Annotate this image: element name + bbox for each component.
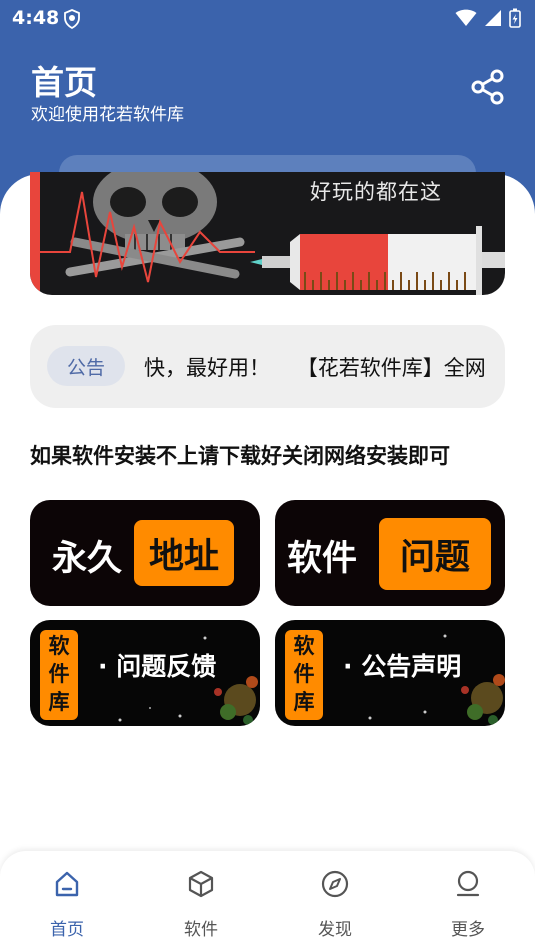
battery-charging-icon bbox=[509, 8, 521, 32]
tile-vertical-badge: 软 件 库 bbox=[285, 630, 323, 720]
banner-carousel[interactable]: 好玩的都在这 bbox=[30, 172, 505, 295]
nav-item-discover[interactable]: 发现 bbox=[268, 851, 402, 951]
skull-illustration bbox=[65, 172, 245, 279]
badge-char: 件 bbox=[48, 662, 70, 686]
nav-label: 更多 bbox=[451, 920, 485, 940]
badge-char: 库 bbox=[293, 690, 315, 714]
wifi-icon bbox=[455, 9, 477, 31]
tile-vertical-badge: 软 件 库 bbox=[40, 630, 78, 720]
badge-char: 库 bbox=[48, 690, 70, 714]
notice-text: 快，最好用！ 【花若软件库】全网 bbox=[144, 356, 486, 380]
tile-announcement[interactable]: 软 件 库 · 公告声明 bbox=[275, 620, 505, 726]
syringe-illustration bbox=[250, 226, 505, 295]
tile-permanent-address[interactable]: 永久 地址 bbox=[30, 500, 260, 606]
tile-orange-text: 地址 bbox=[134, 520, 234, 586]
bottom-navigation: 首页 软件 发现 更多 bbox=[0, 851, 535, 951]
notice-marquee: 快，最好用！ 【花若软件库】全网 bbox=[144, 325, 488, 408]
share-icon bbox=[468, 69, 508, 112]
cube-icon bbox=[186, 869, 216, 903]
compass-icon bbox=[320, 869, 350, 903]
tile-software-issues[interactable]: 软件 问题 bbox=[275, 500, 505, 606]
nav-label: 首页 bbox=[50, 920, 84, 940]
badge-char: 软 bbox=[48, 634, 70, 658]
badge-char: 软 bbox=[293, 634, 315, 658]
notice-bar[interactable]: 公告 快，最好用！ 【花若软件库】全网 bbox=[30, 325, 505, 408]
install-tip-headline: 如果软件安装不上请下载好关闭网络安装即可 bbox=[30, 444, 450, 468]
notice-tag: 公告 bbox=[47, 346, 125, 386]
status-time: 4:48 bbox=[12, 7, 60, 29]
nav-item-software[interactable]: 软件 bbox=[134, 851, 268, 951]
status-icons bbox=[455, 8, 521, 32]
tile-feedback[interactable]: 软 件 库 · 问题反馈 bbox=[30, 620, 260, 726]
status-bar: 4:48 bbox=[0, 0, 535, 36]
share-button[interactable] bbox=[468, 68, 508, 108]
tile-caption: · 问题反馈 bbox=[98, 652, 217, 681]
badge-char: 件 bbox=[293, 662, 315, 686]
tile-caption: · 公告声明 bbox=[343, 652, 462, 681]
page-subtitle: 欢迎使用花若软件库 bbox=[31, 105, 184, 125]
tile-white-text: 软件 bbox=[287, 539, 358, 579]
tile-orange-text: 问题 bbox=[379, 518, 491, 590]
nav-item-home[interactable]: 首页 bbox=[0, 851, 134, 951]
nav-item-more[interactable]: 更多 bbox=[401, 851, 535, 951]
person-icon bbox=[453, 869, 483, 903]
page-title: 首页 bbox=[31, 63, 97, 102]
home-icon bbox=[52, 869, 82, 903]
shield-icon bbox=[62, 9, 82, 33]
banner-caption: 好玩的都在这 bbox=[310, 180, 442, 204]
tile-white-text: 永久 bbox=[52, 539, 123, 579]
nav-label: 发现 bbox=[318, 920, 352, 940]
signal-icon bbox=[484, 9, 502, 31]
nav-label: 软件 bbox=[184, 920, 218, 940]
